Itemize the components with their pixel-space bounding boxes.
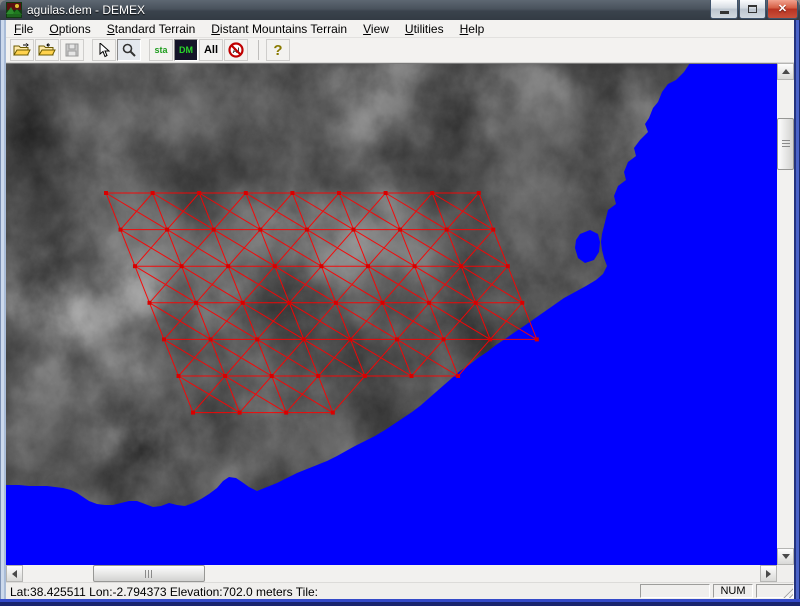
map-viewport[interactable] [6,63,777,565]
scroll-left-button[interactable] [6,565,23,582]
close-icon: ✕ [778,4,787,15]
menu-bar: FileOptionsStandard TerrainDistant Mount… [6,20,794,38]
window-frame-bottom [0,599,800,606]
menu-item-file[interactable]: File [6,21,41,37]
coordinates-readout: Lat:38.425511 Lon:-2.794373 Elevation:70… [10,585,318,599]
standard-terrain-button[interactable]: sta [149,39,173,61]
status-cell-caps [640,584,710,598]
open-project-button[interactable] [35,39,59,61]
zoom-tool-button[interactable] [117,39,141,61]
minimize-button[interactable] [710,0,738,19]
horizontal-scroll-thumb[interactable] [93,565,205,582]
help-icon: ? [273,43,282,58]
scroll-up-button[interactable] [777,63,794,80]
app-window: aguilas.dem - DEMEX ✕ FileOptionsStandar… [0,0,800,606]
window-title: aguilas.dem - DEMEX [27,3,145,17]
menu-item-options[interactable]: Options [41,21,98,37]
thumb-grip [782,140,790,148]
maximize-icon [748,5,757,13]
status-bar: Lat:38.425511 Lon:-2.794373 Elevation:70… [6,582,794,599]
distant-mountains-button[interactable]: DM [174,39,198,61]
vertical-scrollbar[interactable] [777,63,794,565]
vertical-scroll-thumb[interactable] [777,118,794,170]
magnifier-icon [122,43,136,57]
menu-item-view[interactable]: View [355,21,397,37]
status-cell-num: NUM [713,584,753,598]
arrow-up-icon [782,69,790,74]
arrow-left-icon [12,570,17,578]
open-file-button[interactable] [10,39,34,61]
dm-label: DM [179,46,193,55]
arrow-right-icon [766,570,771,578]
toolbar: sta DM All Al ? [6,38,794,63]
horizontal-scrollbar[interactable] [6,565,777,582]
menu-item-help[interactable]: Help [452,21,493,37]
all-label: All [204,45,218,56]
menu-item-standard-terrain[interactable]: Standard Terrain [99,21,204,37]
close-button[interactable]: ✕ [767,0,798,19]
menu-item-distant-mountains-terrain[interactable]: Distant Mountains Terrain [203,21,355,37]
scroll-right-button[interactable] [760,565,777,582]
minimize-icon [720,11,729,14]
sta-label: sta [154,46,167,55]
app-icon [6,2,22,18]
maximize-button[interactable] [739,0,766,19]
thumb-grip [145,570,153,578]
dem-terrain-map [6,64,777,565]
open-folder-alt-icon [38,43,56,57]
cursor-arrow-icon [98,43,110,58]
prohibition-icon: Al [228,42,244,58]
open-folder-icon [13,43,31,57]
menu-item-utilities[interactable]: Utilities [397,21,452,37]
show-all-button[interactable]: All [199,39,223,61]
scroll-down-button[interactable] [777,548,794,565]
title-bar[interactable]: aguilas.dem - DEMEX ✕ [0,0,800,20]
help-button[interactable]: ? [266,39,290,61]
window-frame-left [0,20,6,599]
save-floppy-icon [65,43,79,57]
window-frame-right [794,20,800,599]
select-tool-button[interactable] [92,39,116,61]
scrollbar-corner [777,565,794,582]
save-button[interactable] [60,39,84,61]
show-none-button[interactable]: Al [224,39,248,61]
arrow-down-icon [782,554,790,559]
